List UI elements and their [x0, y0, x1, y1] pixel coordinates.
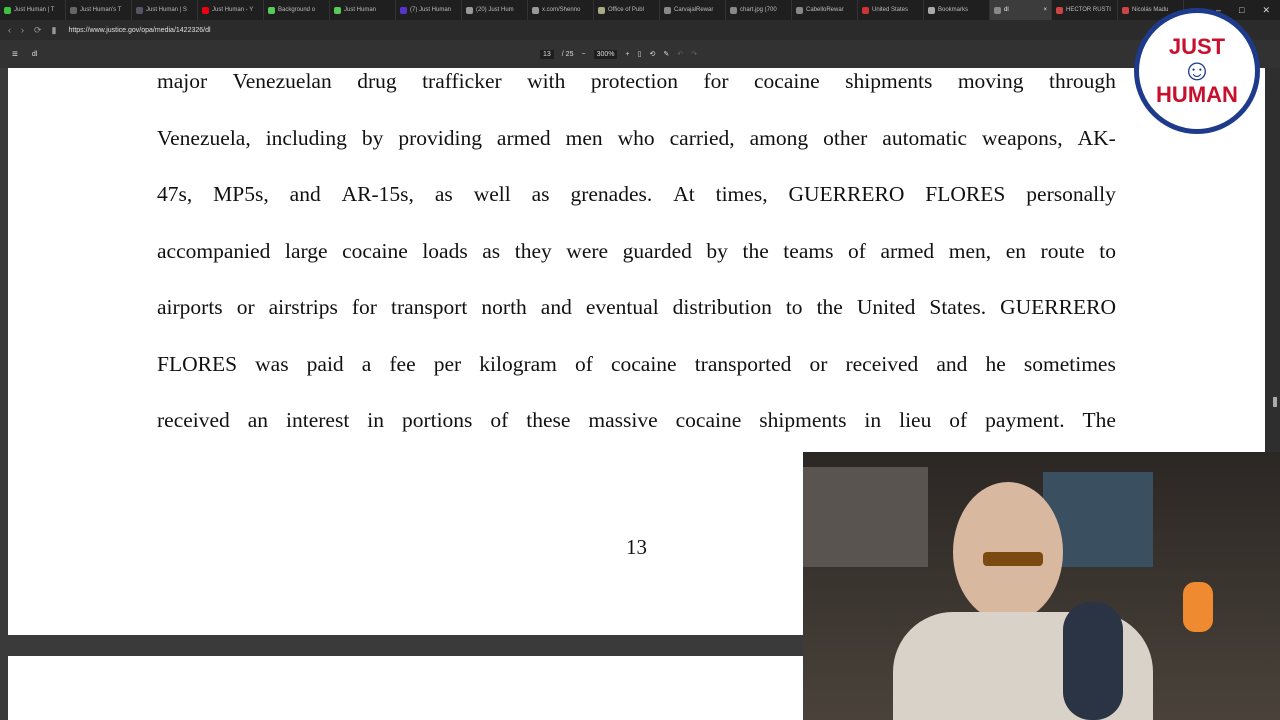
- tab-label: Just Human | T: [14, 7, 55, 13]
- tab-favicon-icon: [730, 6, 737, 14]
- tab[interactable]: HECTOR RUSTI: [1052, 0, 1118, 20]
- document-line: major Venezuelan drug trafficker with protect…: [157, 69, 1116, 93]
- tab-label: Just Human | S: [146, 7, 187, 13]
- back-icon[interactable]: ‹: [8, 25, 11, 36]
- page-number: 13: [626, 535, 647, 559]
- reload-icon[interactable]: ⟳: [34, 25, 42, 36]
- address-bar: ‹ › ⟳ ▮ https://www.justice.gov/opa/media/1…: [0, 20, 1280, 40]
- tab[interactable]: Just Human: [330, 0, 396, 20]
- tab-label: Bookmarks: [938, 7, 969, 13]
- pdf-title: dl: [31, 50, 38, 58]
- tab[interactable]: CabelloRewar: [792, 0, 858, 20]
- zoom-input[interactable]: 300%: [593, 49, 618, 59]
- webcam-overlay: [803, 452, 1280, 720]
- tab-label: CabelloRewar: [806, 7, 844, 13]
- tab-bar: Just Human | T Just Human's T Just Human |…: [0, 0, 1280, 20]
- tab-label: Office of Publ: [608, 7, 644, 13]
- tab-label: (20) Just Hum: [476, 7, 514, 13]
- window-controls: – □ ✕: [1216, 5, 1280, 16]
- tab-favicon-icon: [466, 6, 473, 14]
- tab[interactable]: Just Human | T: [0, 0, 66, 20]
- zoom-out-button[interactable]: −: [581, 51, 585, 58]
- tab-favicon-icon: [334, 6, 341, 14]
- url-input[interactable]: https://www.justice.gov/opa/media/142232…: [69, 27, 211, 34]
- tab-label: HECTOR RUSTI: [1066, 7, 1111, 13]
- tab[interactable]: Just Human | S: [132, 0, 198, 20]
- document-line: FLORES was paid a fee per kilogram of cocaine tra…: [157, 351, 1116, 376]
- tab-favicon-icon: [400, 6, 407, 14]
- tab[interactable]: Office of Publ: [594, 0, 660, 20]
- tab[interactable]: chart.jpg (700: [726, 0, 792, 20]
- undo-icon[interactable]: ↶: [677, 50, 683, 58]
- tab-label: Just Human - Y: [212, 7, 254, 13]
- document-line: 47s, MP5s, and AR-15s, as well as grenades. At ti…: [157, 182, 1116, 206]
- tab[interactable]: Background o: [264, 0, 330, 20]
- tab-label: Background o: [278, 7, 316, 13]
- tab-favicon-icon: [994, 6, 1001, 14]
- scrollbar-thumb[interactable]: [1273, 397, 1277, 407]
- menu-icon[interactable]: ≡: [12, 49, 18, 60]
- pdf-toolbar: ≡ dl 13 / 25 − 300% + ▯ ⟲ ✎ ↶ ↷: [0, 40, 1280, 68]
- document-line: airports or airstrips for transport north and e…: [157, 295, 1116, 319]
- tab[interactable]: Bookmarks: [924, 0, 990, 20]
- tab[interactable]: Just Human's T: [66, 0, 132, 20]
- document-line: received an interest in portions of these massi…: [157, 408, 1116, 432]
- tab-favicon-icon: [70, 6, 77, 14]
- page-input[interactable]: 13: [540, 49, 554, 59]
- tab-label: CarvajalRewar: [674, 7, 714, 13]
- tab-favicon-icon: [202, 6, 209, 14]
- close-tab-icon[interactable]: ×: [1043, 7, 1047, 13]
- tab-favicon-icon: [1056, 6, 1063, 14]
- tab-favicon-icon: [4, 6, 11, 14]
- logo-text-bottom: HUMAN: [1156, 82, 1238, 107]
- tab-favicon-icon: [928, 6, 935, 14]
- tab-favicon-icon: [796, 6, 803, 14]
- tab-label: Nicolás Madu: [1132, 7, 1169, 13]
- tab-label: United States: [872, 7, 909, 13]
- tab-favicon-icon: [1122, 6, 1129, 14]
- tab-favicon-icon: [598, 6, 605, 14]
- bookmark-icon[interactable]: ▮: [52, 25, 57, 36]
- tab-label: Just Human: [344, 7, 377, 13]
- tab[interactable]: (7) Just Human: [396, 0, 462, 20]
- tab-favicon-icon: [862, 6, 869, 14]
- tab-label: x.com/Shenno: [542, 7, 581, 13]
- tab-label: Just Human's T: [80, 7, 122, 13]
- tab[interactable]: x.com/Shenno: [528, 0, 594, 20]
- document-line: accompanied large cocaine loads as they were gu…: [157, 238, 1116, 263]
- document-line: Venezuela, including by providing armed men wh…: [157, 125, 1116, 150]
- tab-favicon-icon: [664, 6, 671, 14]
- annotate-icon[interactable]: ✎: [663, 50, 669, 58]
- tab-favicon-icon: [268, 6, 275, 14]
- just-human-logo: JUST ☺ HUMAN: [1134, 8, 1260, 134]
- rotate-icon[interactable]: ⟲: [649, 50, 655, 58]
- tab[interactable]: United States: [858, 0, 924, 20]
- tab[interactable]: CarvajalRewar: [660, 0, 726, 20]
- tab[interactable]: dl ×: [990, 0, 1052, 20]
- close-window-icon[interactable]: ✕: [1262, 5, 1270, 16]
- tab[interactable]: (20) Just Hum: [462, 0, 528, 20]
- page-total: / 25: [561, 50, 574, 58]
- redo-icon[interactable]: ↷: [691, 50, 697, 58]
- tab[interactable]: Just Human - Y: [198, 0, 264, 20]
- tab-favicon-icon: [532, 6, 539, 14]
- maximize-icon[interactable]: □: [1239, 5, 1244, 16]
- tab-label: (7) Just Human: [410, 7, 452, 13]
- tab-label: chart.jpg (700: [740, 7, 777, 13]
- zoom-in-button[interactable]: +: [625, 51, 629, 58]
- forward-icon[interactable]: ›: [21, 25, 24, 36]
- tab-favicon-icon: [136, 6, 143, 14]
- fit-page-icon[interactable]: ▯: [638, 50, 642, 58]
- tab-label: dl: [1004, 7, 1009, 13]
